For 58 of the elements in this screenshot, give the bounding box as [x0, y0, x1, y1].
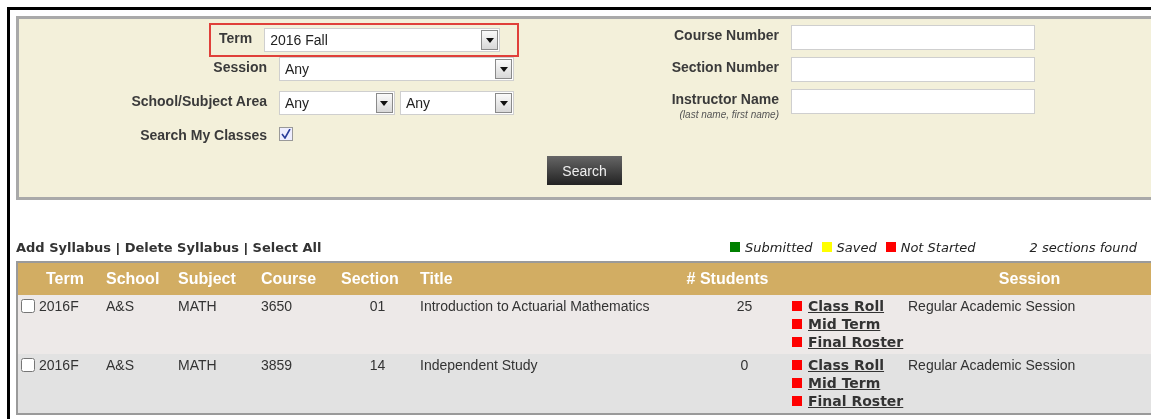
- table-cell-text: MATH: [177, 357, 217, 373]
- checkbox[interactable]: [279, 127, 293, 141]
- section-number-field[interactable]: [791, 57, 1035, 82]
- column-header: Subject: [177, 270, 236, 288]
- report-link[interactable]: Class Roll: [808, 357, 885, 373]
- report-link[interactable]: Final Roster: [808, 334, 904, 350]
- school-subject-select[interactable]: Any: [400, 91, 514, 115]
- course-number-field[interactable]: [791, 25, 1035, 50]
- column-header: Term: [45, 270, 84, 288]
- table-cell-text: Regular Academic Session: [907, 357, 1076, 373]
- legend-label: Submitted: [745, 239, 813, 255]
- instructor-name-field[interactable]: [791, 89, 1035, 114]
- column-header: School: [105, 270, 160, 288]
- course-number-label: Course Number: [672, 26, 780, 43]
- instructor-name-hint: (last name, first name): [678, 109, 780, 120]
- table-cell-text: 01: [368, 298, 386, 314]
- action-link[interactable]: Delete Syllabus: [124, 239, 239, 255]
- legend-label: Saved: [836, 239, 877, 255]
- report-link[interactable]: Mid Term: [808, 375, 881, 391]
- report-link[interactable]: Final Roster: [808, 393, 904, 409]
- column-header: Title: [419, 270, 453, 288]
- table-cell-text: MATH: [177, 298, 217, 314]
- session-select[interactable]: Any: [279, 57, 514, 81]
- report-link[interactable]: Mid Term: [808, 316, 881, 332]
- separator: |: [243, 239, 248, 255]
- action-link[interactable]: Select All: [252, 239, 322, 255]
- table-cell-text: 3650: [260, 298, 293, 314]
- search-button[interactable]: Search: [547, 156, 622, 185]
- column-header: Section: [340, 270, 399, 288]
- table-cell: 25: [736, 298, 753, 314]
- column-header: Session: [997, 270, 1061, 288]
- table-cell-text: Independent Study: [419, 357, 538, 373]
- school-subject-label: School/Subject Area: [130, 92, 268, 109]
- table-cell-text: A&S: [105, 357, 134, 373]
- section-number-label: Section Number: [670, 58, 780, 75]
- term-select[interactable]: 2016 Fall: [264, 28, 501, 52]
- separator: |: [116, 239, 120, 255]
- session-label: Session: [212, 58, 268, 75]
- table-cell: 0: [740, 357, 749, 373]
- table-cell-text: A&S: [105, 298, 134, 314]
- row-checkbox[interactable]: [21, 358, 35, 372]
- table-cell-text: 3859: [260, 357, 293, 373]
- school-subject-select[interactable]: Any: [279, 91, 395, 115]
- row-checkbox[interactable]: [21, 299, 35, 313]
- search-my-classes-label: Search My Classes: [139, 126, 268, 143]
- table-cell-text: Introduction to Actuarial Mathematics: [419, 298, 650, 314]
- column-header: # Students: [685, 270, 769, 288]
- term-label: Term: [219, 29, 254, 46]
- table-cell-text: 14: [368, 357, 386, 373]
- table-cell-text: Regular Academic Session: [907, 298, 1076, 314]
- legend-label: Not Started: [900, 239, 976, 255]
- table-cell: 2016F: [39, 357, 79, 373]
- result-count: 2 sections found: [1029, 239, 1137, 255]
- action-link[interactable]: Add Syllabus: [16, 239, 112, 255]
- report-link[interactable]: Class Roll: [808, 298, 885, 314]
- instructor-name-label: Instructor Name: [670, 90, 780, 107]
- column-header: Course: [260, 270, 317, 288]
- table-cell: 2016F: [39, 298, 79, 314]
